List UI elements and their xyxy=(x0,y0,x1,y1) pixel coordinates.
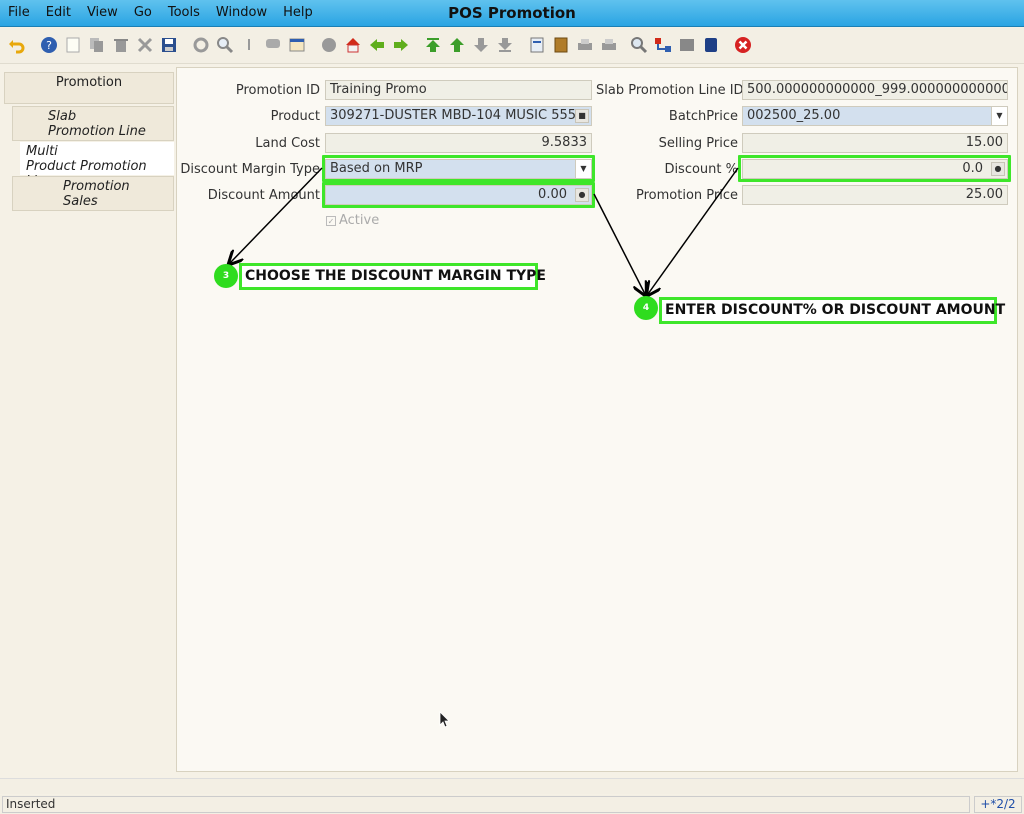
selling-price-field[interactable]: 15.00 xyxy=(742,133,1008,153)
svg-text:?: ? xyxy=(46,39,52,52)
status-message: Inserted xyxy=(2,796,970,813)
land-cost-field[interactable]: 9.5833 xyxy=(325,133,592,153)
menu-go[interactable]: Go xyxy=(134,5,152,20)
tab-promotion-sales[interactable]: Promotion Sales xyxy=(12,176,174,211)
chat-icon[interactable] xyxy=(264,36,282,54)
end-icon[interactable] xyxy=(734,36,752,54)
parent-icon[interactable] xyxy=(368,36,386,54)
archive-icon[interactable] xyxy=(552,36,570,54)
menu-tools[interactable]: Tools xyxy=(168,5,200,20)
selling-price-label: Selling Price xyxy=(658,136,738,151)
menu-help[interactable]: Help xyxy=(283,5,313,20)
promotion-id-label: Promotion ID xyxy=(235,83,320,98)
slab-promotion-line-id-label: Slab Promotion Line ID xyxy=(596,83,744,98)
status-line xyxy=(0,778,1024,794)
title-bar: POS Promotion File Edit View Go Tools Wi… xyxy=(0,0,1024,27)
product-value: 309271-DUSTER MBD-104 MUSIC 555 xyxy=(330,108,577,123)
menu-window[interactable]: Window xyxy=(216,5,267,20)
batch-price-value: 002500_25.00 xyxy=(747,108,841,123)
promotion-price-label: Promotion Price xyxy=(636,188,738,203)
undo-icon[interactable] xyxy=(8,36,26,54)
menu-edit[interactable]: Edit xyxy=(46,5,71,20)
slab-promotion-line-id-field[interactable]: 500.000000000000_999.000000000000 xyxy=(742,80,1008,100)
print-icon[interactable] xyxy=(600,36,618,54)
step4-callout: ENTER DISCOUNT% OR DISCOUNT AMOUNT xyxy=(659,297,1005,324)
delete-icon[interactable] xyxy=(112,36,130,54)
workflow-icon[interactable] xyxy=(654,36,672,54)
step3-badge: 3 xyxy=(214,264,238,288)
tab-slab-label-line1: Slab xyxy=(48,109,77,124)
tab-sales-label-line2: Sales xyxy=(63,194,98,209)
tab-multi-label-line1: Multi xyxy=(26,144,58,159)
tab-sales-label-line1: Promotion xyxy=(63,179,130,194)
grid-toggle-icon[interactable] xyxy=(288,36,306,54)
promotion-price-field[interactable]: 25.00 xyxy=(742,185,1008,205)
first-record-icon[interactable] xyxy=(424,36,442,54)
land-cost-label: Land Cost xyxy=(255,136,320,151)
tab-multi-product-promotion-line[interactable]: Multi Product Promotion Line xyxy=(20,142,174,189)
next-record-icon[interactable] xyxy=(472,36,490,54)
discount-amount-label: Discount Amount xyxy=(207,188,320,203)
delete-selection-icon[interactable] xyxy=(136,36,154,54)
report-icon[interactable] xyxy=(528,36,546,54)
record-counter[interactable]: +*2/2 xyxy=(974,796,1022,813)
tab-slab-label-line2: Promotion Line xyxy=(48,124,146,139)
detail-icon[interactable] xyxy=(392,36,410,54)
find-icon[interactable] xyxy=(216,36,234,54)
zoom-across-icon[interactable] xyxy=(630,36,648,54)
product-lookup-icon[interactable]: ■ xyxy=(575,109,589,123)
toolbar: ? xyxy=(0,28,1024,64)
copy-icon[interactable] xyxy=(88,36,106,54)
previous-record-icon[interactable] xyxy=(448,36,466,54)
menu-bar: File Edit View Go Tools Window Help xyxy=(0,5,321,20)
step3-callout: CHOOSE THE DISCOUNT MARGIN TYPE xyxy=(239,263,546,290)
home-icon[interactable] xyxy=(344,36,362,54)
promotion-id-field[interactable]: Training Promo xyxy=(325,80,592,100)
tab-promotion[interactable]: Promotion xyxy=(4,72,174,104)
active-checkbox[interactable]: ✓ Active xyxy=(326,213,379,228)
refresh-icon[interactable] xyxy=(192,36,210,54)
chevron-down-icon[interactable]: ▼ xyxy=(991,107,1007,125)
step4-badge: 4 xyxy=(634,296,658,320)
menu-view[interactable]: View xyxy=(87,5,118,20)
active-label: Active xyxy=(339,213,380,228)
active-workflows-icon[interactable] xyxy=(678,36,696,54)
request-icon[interactable] xyxy=(702,36,720,54)
mouse-cursor-icon xyxy=(439,711,450,728)
attachment-icon[interactable] xyxy=(240,36,258,54)
discount-margin-type-highlight xyxy=(322,155,595,182)
tab-slab-promotion-line[interactable]: Slab Promotion Line xyxy=(12,106,174,141)
checkbox-check-icon: ✓ xyxy=(326,216,336,226)
print-preview-icon[interactable] xyxy=(576,36,594,54)
discount-amount-highlight xyxy=(322,182,595,208)
last-record-icon[interactable] xyxy=(496,36,514,54)
history-icon[interactable] xyxy=(320,36,338,54)
product-label: Product xyxy=(270,109,320,124)
save-icon[interactable] xyxy=(160,36,178,54)
discount-pct-label: Discount % xyxy=(664,162,738,177)
product-field[interactable]: 309271-DUSTER MBD-104 MUSIC 555 ■ xyxy=(325,106,592,126)
batch-price-label: BatchPrice xyxy=(668,109,738,124)
help-icon[interactable]: ? xyxy=(40,36,58,54)
discount-margin-type-label: Discount Margin Type xyxy=(180,162,320,177)
discount-pct-highlight xyxy=(738,155,1011,182)
menu-file[interactable]: File xyxy=(8,5,30,20)
batch-price-select[interactable]: 002500_25.00 ▼ xyxy=(742,106,1008,126)
tab-promotion-label: Promotion xyxy=(55,75,123,90)
new-icon[interactable] xyxy=(64,36,82,54)
